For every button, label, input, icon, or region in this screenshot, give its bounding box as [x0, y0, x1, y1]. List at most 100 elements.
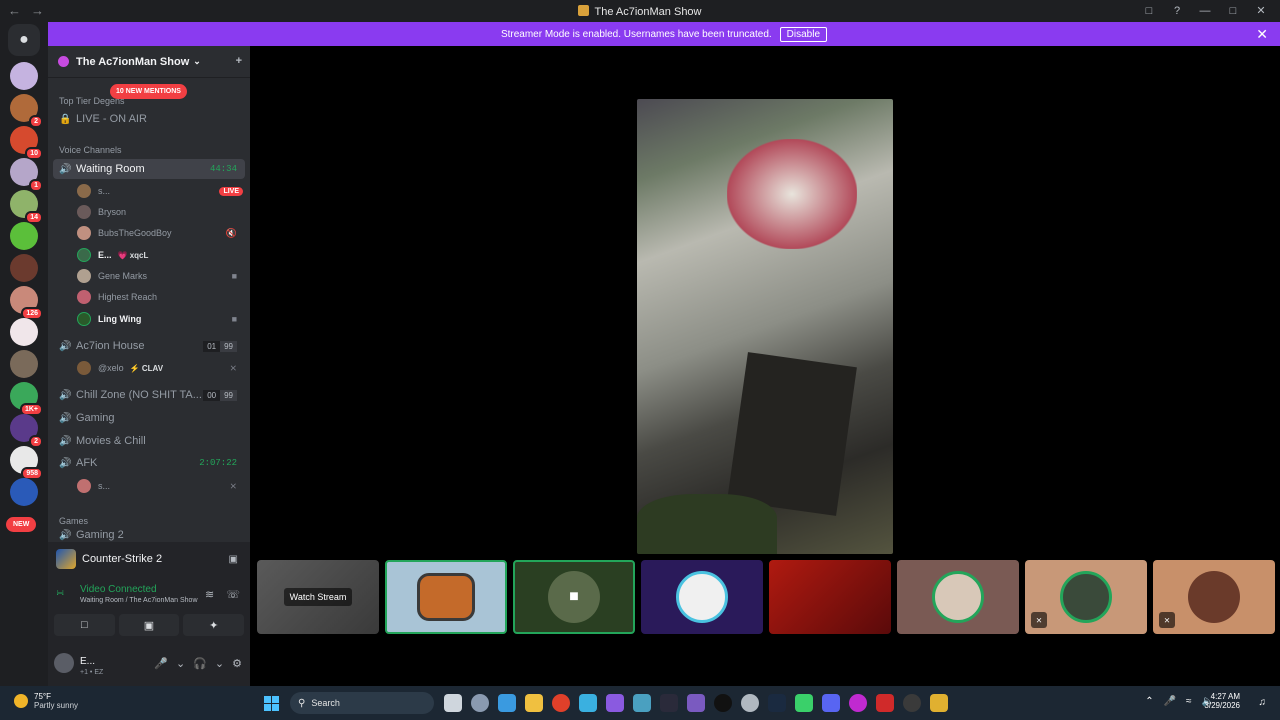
server-icon[interactable]: [10, 478, 38, 506]
server-icon[interactable]: [10, 350, 38, 378]
participant-tile[interactable]: [769, 560, 891, 634]
photos-icon[interactable]: [498, 694, 516, 712]
channel-movies[interactable]: 🔊 Movies & Chill: [53, 431, 245, 451]
channel-gaming-2[interactable]: 🔊 Gaming 2: [53, 528, 245, 542]
settings-icon[interactable]: [471, 694, 489, 712]
user-tag: ⚡ CLAV: [129, 363, 164, 373]
participant-tile[interactable]: [641, 560, 763, 634]
channel-waiting-room[interactable]: 🔊 Waiting Room 44:34: [53, 159, 245, 179]
close-window-button[interactable]: ✕: [1250, 2, 1272, 19]
voice-user[interactable]: BubsTheGoodBoy 🔇: [77, 223, 243, 243]
channel-chill-zone[interactable]: 🔊 Chill Zone (NO SHIT TA... 00 99: [53, 385, 245, 405]
voice-user[interactable]: Bryson: [77, 202, 243, 222]
microphone-icon[interactable]: 🎤: [1164, 696, 1176, 707]
microphone-icon[interactable]: 🎤: [154, 657, 168, 670]
task-view-icon[interactable]: [444, 694, 462, 712]
user-count: 00: [203, 389, 221, 401]
file-explorer-icon[interactable]: [525, 694, 543, 712]
camera-off-button[interactable]: □: [54, 614, 115, 636]
app-icon[interactable]: [795, 694, 813, 712]
chrome-icon[interactable]: [552, 694, 570, 712]
discord-icon[interactable]: [822, 694, 840, 712]
channel-live-on-air[interactable]: 🔒 LIVE - ON AIR: [53, 109, 245, 129]
app-icon[interactable]: [876, 694, 894, 712]
obs-icon[interactable]: [903, 694, 921, 712]
channel-gaming[interactable]: 🔊 Gaming: [53, 408, 245, 428]
voice-user[interactable]: s... ⨯: [77, 476, 243, 496]
app-icon[interactable]: [741, 694, 759, 712]
participant-tile[interactable]: ■: [513, 560, 635, 634]
voice-user[interactable]: E... 💗 xqcL: [77, 245, 243, 265]
windows-start-icon[interactable]: [264, 696, 279, 711]
screen-share-icon[interactable]: ▣: [229, 554, 238, 565]
channel-action-house[interactable]: 🔊 Ac7ion House 01 99: [53, 336, 245, 356]
clock[interactable]: 4:27 AM 3/29/2026: [1204, 692, 1240, 710]
participant-tile[interactable]: ⨯: [1153, 560, 1275, 634]
server-icon[interactable]: 2: [10, 414, 43, 448]
app-icon[interactable]: [849, 694, 867, 712]
stream-tile[interactable]: Watch Stream: [257, 560, 379, 634]
disconnect-icon[interactable]: ☏: [226, 588, 240, 601]
avatar[interactable]: [54, 653, 74, 673]
app-icon[interactable]: [930, 694, 948, 712]
gamepad-icon[interactable]: [606, 694, 624, 712]
server-icon[interactable]: 1K+: [10, 382, 43, 416]
participant-tile[interactable]: [385, 560, 507, 634]
inbox-icon[interactable]: □: [1138, 2, 1160, 19]
category-voice-channels[interactable]: Voice Channels: [59, 145, 122, 155]
voice-user[interactable]: @xelo ⚡ CLAV ⨯: [77, 358, 243, 378]
taskbar-search[interactable]: ⚲ Search: [290, 692, 434, 714]
voice-user[interactable]: Highest Reach: [77, 287, 243, 307]
category-games[interactable]: Games: [59, 516, 88, 526]
headphones-icon[interactable]: 🎧: [193, 657, 207, 670]
notepad-icon[interactable]: [579, 694, 597, 712]
watch-stream-button[interactable]: Watch Stream: [283, 588, 353, 606]
help-icon[interactable]: ?: [1166, 2, 1188, 19]
voice-user[interactable]: s... LIVE: [77, 181, 243, 201]
maximize-button[interactable]: □: [1222, 2, 1244, 19]
voice-user[interactable]: Gene Marks ■: [77, 266, 243, 286]
server-icon[interactable]: 2: [10, 94, 43, 128]
close-banner-icon[interactable]: ✕: [1256, 26, 1268, 43]
channel-afk[interactable]: 🔊 AFK 2:07:22: [53, 453, 245, 473]
server-icon[interactable]: 126: [10, 286, 43, 320]
participant-tile[interactable]: ⨯: [1025, 560, 1147, 634]
minimize-button[interactable]: —: [1194, 2, 1216, 19]
share-screen-button[interactable]: ▣: [118, 614, 180, 636]
new-pill[interactable]: NEW: [6, 517, 37, 532]
server-icon[interactable]: 1: [10, 158, 43, 192]
participant-tile[interactable]: [897, 560, 1019, 634]
app-icon[interactable]: [687, 694, 705, 712]
chevron-down-icon[interactable]: ⌄: [176, 657, 185, 670]
add-member-icon[interactable]: +: [236, 55, 242, 67]
main-video-feed[interactable]: [637, 99, 893, 554]
avatar: [77, 269, 91, 283]
steam-icon[interactable]: [768, 694, 786, 712]
server-icon[interactable]: 14: [10, 190, 43, 224]
weather-widget[interactable]: 75°F Partly sunny: [14, 692, 78, 710]
server-icon[interactable]: [10, 222, 38, 250]
server-icon[interactable]: 10: [10, 126, 43, 160]
app-icon[interactable]: [633, 694, 651, 712]
chevron-down-icon[interactable]: ⌄: [215, 657, 224, 670]
app-icon[interactable]: [660, 694, 678, 712]
disable-button[interactable]: Disable: [779, 26, 828, 42]
logitech-icon[interactable]: [714, 694, 732, 712]
mention-badge: 1: [29, 179, 43, 192]
server-icon[interactable]: [10, 318, 38, 346]
voice-user[interactable]: Ling Wing ■: [77, 309, 243, 329]
server-icon[interactable]: [10, 62, 38, 90]
activities-button[interactable]: ✦: [183, 614, 245, 636]
noise-suppression-icon[interactable]: ≋: [205, 588, 214, 601]
voice-status-text[interactable]: Video Connected: [80, 584, 157, 595]
discord-home-icon[interactable]: ●: [8, 24, 40, 56]
server-header[interactable]: The Ac7ionMan Show ⌄ +: [48, 46, 250, 78]
new-mentions-pill[interactable]: 10 NEW MENTIONS: [110, 84, 187, 99]
server-icon[interactable]: 958: [10, 446, 43, 480]
notification-bell-icon[interactable]: ♫: [1259, 697, 1267, 708]
wifi-icon[interactable]: ≈: [1186, 696, 1192, 707]
settings-gear-icon[interactable]: ⚙: [232, 657, 242, 670]
activity-card[interactable]: Counter-Strike 2 ▣: [56, 546, 244, 572]
server-icon[interactable]: [10, 254, 38, 282]
chevron-up-icon[interactable]: ⌃: [1145, 696, 1153, 707]
